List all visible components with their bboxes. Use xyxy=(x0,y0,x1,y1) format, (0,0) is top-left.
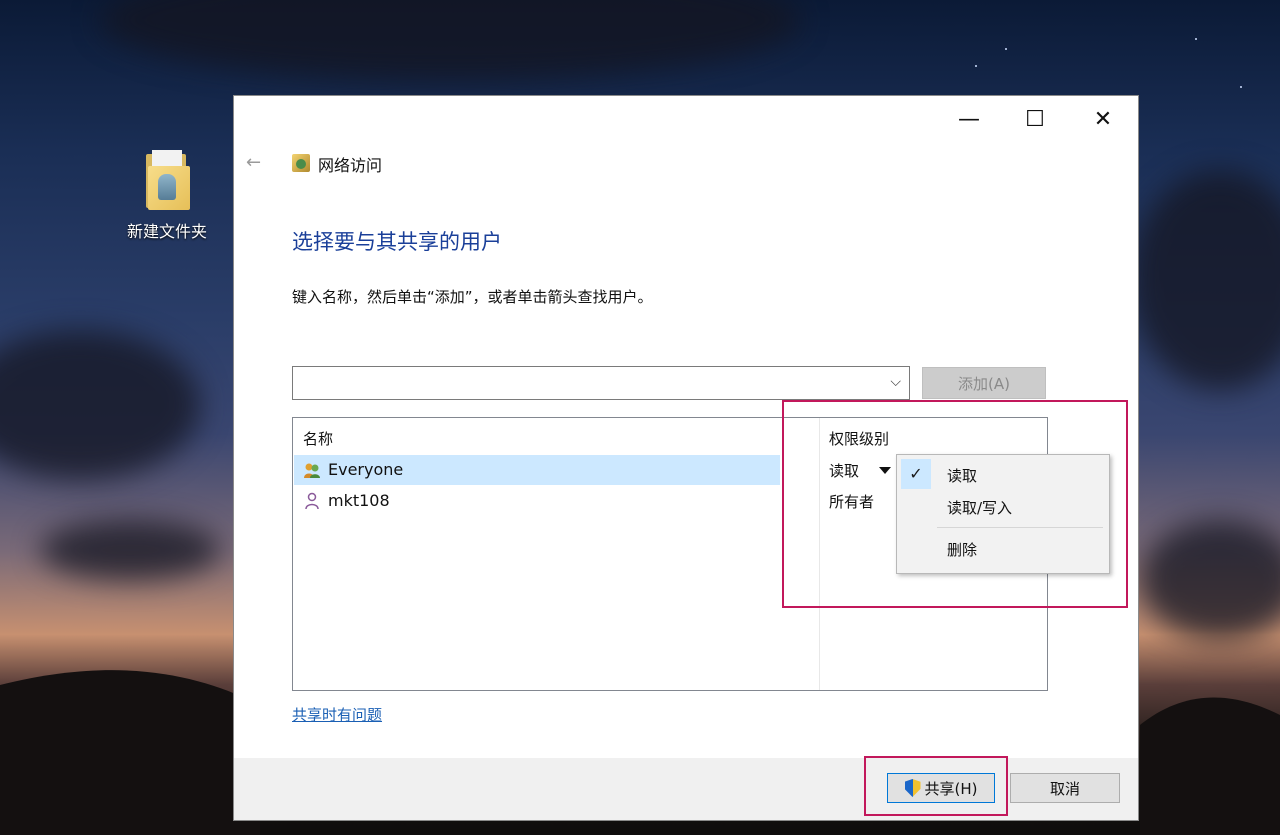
desktop-folder-label: 新建文件夹 xyxy=(126,222,207,241)
desktop-folder-icon[interactable]: 新建文件夹 xyxy=(115,150,219,242)
user-icon xyxy=(305,492,319,510)
table-row[interactable]: Everyone xyxy=(294,455,780,485)
annotation-highlight-box xyxy=(864,756,1008,816)
annotation-highlight-box xyxy=(782,400,1128,608)
folder-icon xyxy=(144,150,190,210)
group-users-icon xyxy=(304,463,320,478)
back-arrow-icon[interactable]: ← xyxy=(246,152,261,173)
network-access-dialog: — ☐ ✕ ← 网络访问 选择要与其共享的用户 键入名称，然后单击“添加”，或者… xyxy=(234,96,1138,820)
user-name-combobox[interactable]: ⌵ xyxy=(292,366,910,400)
network-access-icon xyxy=(292,154,310,172)
sharing-help-link[interactable]: 共享时有问题 xyxy=(292,704,382,725)
instruction-text: 键入名称，然后单击“添加”，或者单击箭头查找用户。 xyxy=(292,288,653,306)
add-button[interactable]: 添加(A) xyxy=(922,367,1046,399)
user-name: Everyone xyxy=(328,460,404,479)
minimize-button[interactable]: — xyxy=(946,102,992,136)
close-button[interactable]: ✕ xyxy=(1080,102,1126,136)
page-heading: 选择要与其共享的用户 xyxy=(292,230,502,254)
chevron-down-icon[interactable]: ⌵ xyxy=(890,374,901,390)
cancel-button[interactable]: 取消 xyxy=(1010,773,1120,803)
maximize-button[interactable]: ☐ xyxy=(1012,102,1058,136)
user-name: mkt108 xyxy=(328,491,390,510)
column-header-name[interactable]: 名称 xyxy=(303,428,333,449)
window-title: 网络访问 xyxy=(318,156,383,175)
